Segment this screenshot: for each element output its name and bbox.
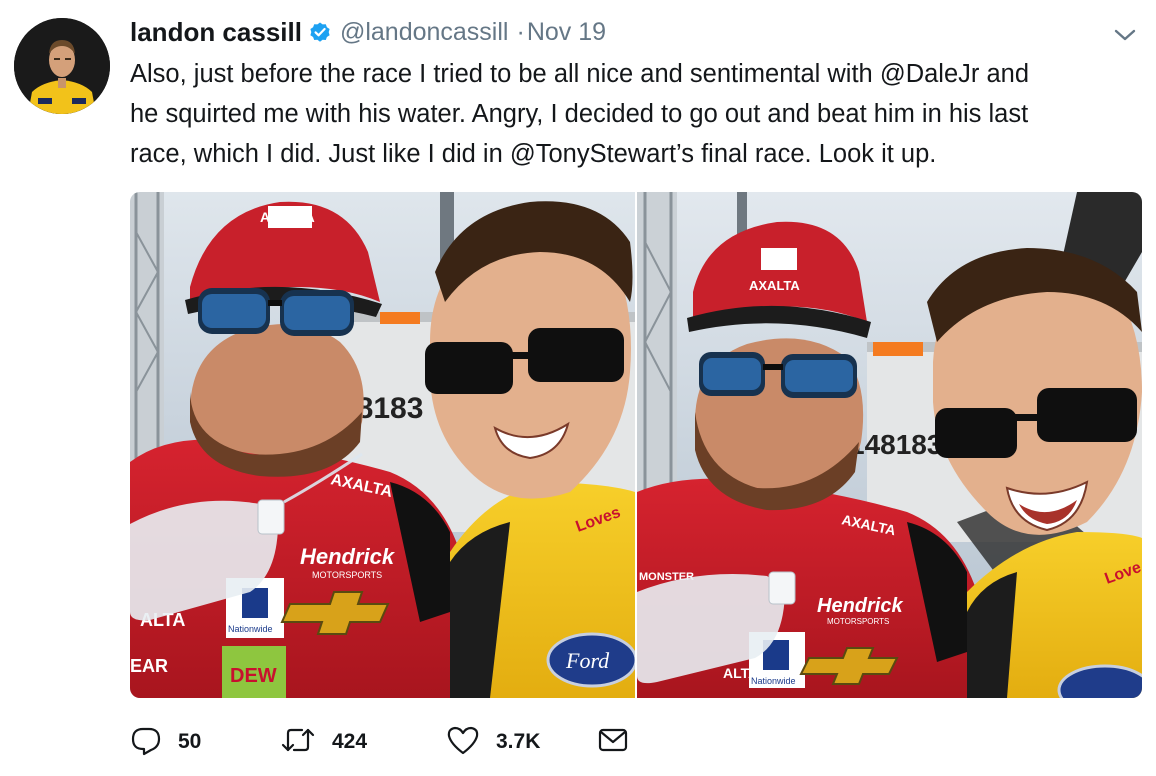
reply-icon <box>130 724 162 761</box>
wall-number: 148183 <box>849 429 942 460</box>
tweet-text: Also, just before the race I tried to be… <box>130 54 1140 174</box>
reply-button[interactable]: 50 <box>130 724 280 761</box>
cap-text: AXALTA <box>749 278 800 293</box>
chevron-down-icon[interactable] <box>1110 20 1140 50</box>
tweet-text-line: race, which I did. Just like I did in @T… <box>130 140 937 168</box>
tweet-text-line: Also, just before the race I tried to be… <box>130 60 1030 88</box>
like-count: 3.7K <box>496 730 541 753</box>
direct-message-button[interactable] <box>596 725 630 760</box>
nationwide-text: Nationwide <box>228 624 273 634</box>
media-gallery: 48183 AXALTA AXALTA ALTA EAR Hendrick MO… <box>130 192 1142 698</box>
dew-text: DEW <box>230 665 277 687</box>
retweet-button[interactable]: 424 <box>280 724 446 761</box>
suit-sub: MOTORSPORTS <box>827 617 889 626</box>
header-separator: · <box>516 17 525 46</box>
nationwide-text: Nationwide <box>751 676 796 686</box>
suit-brand: Hendrick <box>300 544 396 569</box>
lower-text: EAR <box>130 656 168 676</box>
tweet-card: landon cassill @landoncassill · Nov 19 A… <box>0 0 1156 776</box>
cap-text: AXALTA <box>260 209 315 225</box>
tweet-header: landon cassill @landoncassill · Nov 19 <box>130 14 606 50</box>
suit-brand: Hendrick <box>817 595 903 617</box>
retweet-count: 424 <box>332 730 368 753</box>
reply-count: 50 <box>178 730 202 753</box>
tweet-text-line: he squirted me with his water. Angry, I … <box>130 100 1029 128</box>
suit-sub: MOTORSPORTS <box>312 570 382 580</box>
author-display-name[interactable]: landon cassill <box>130 17 302 48</box>
like-button[interactable]: 3.7K <box>446 724 596 761</box>
heart-icon <box>446 724 480 761</box>
verified-badge-icon <box>308 20 332 44</box>
author-avatar[interactable] <box>14 18 110 114</box>
ford-text: Ford <box>565 648 610 673</box>
photo-right[interactable]: 148183 AXALTA AXALTA MONSTER ALTA Hendri… <box>637 192 1142 698</box>
photo-left[interactable]: 48183 AXALTA AXALTA ALTA EAR Hendrick MO… <box>130 192 635 698</box>
tweet-actions: 50 424 3.7K <box>130 722 630 762</box>
retweet-icon <box>280 724 316 761</box>
envelope-icon <box>596 725 630 760</box>
tweet-timestamp[interactable]: Nov 19 <box>527 18 606 47</box>
author-handle[interactable]: @landoncassill <box>340 18 509 47</box>
